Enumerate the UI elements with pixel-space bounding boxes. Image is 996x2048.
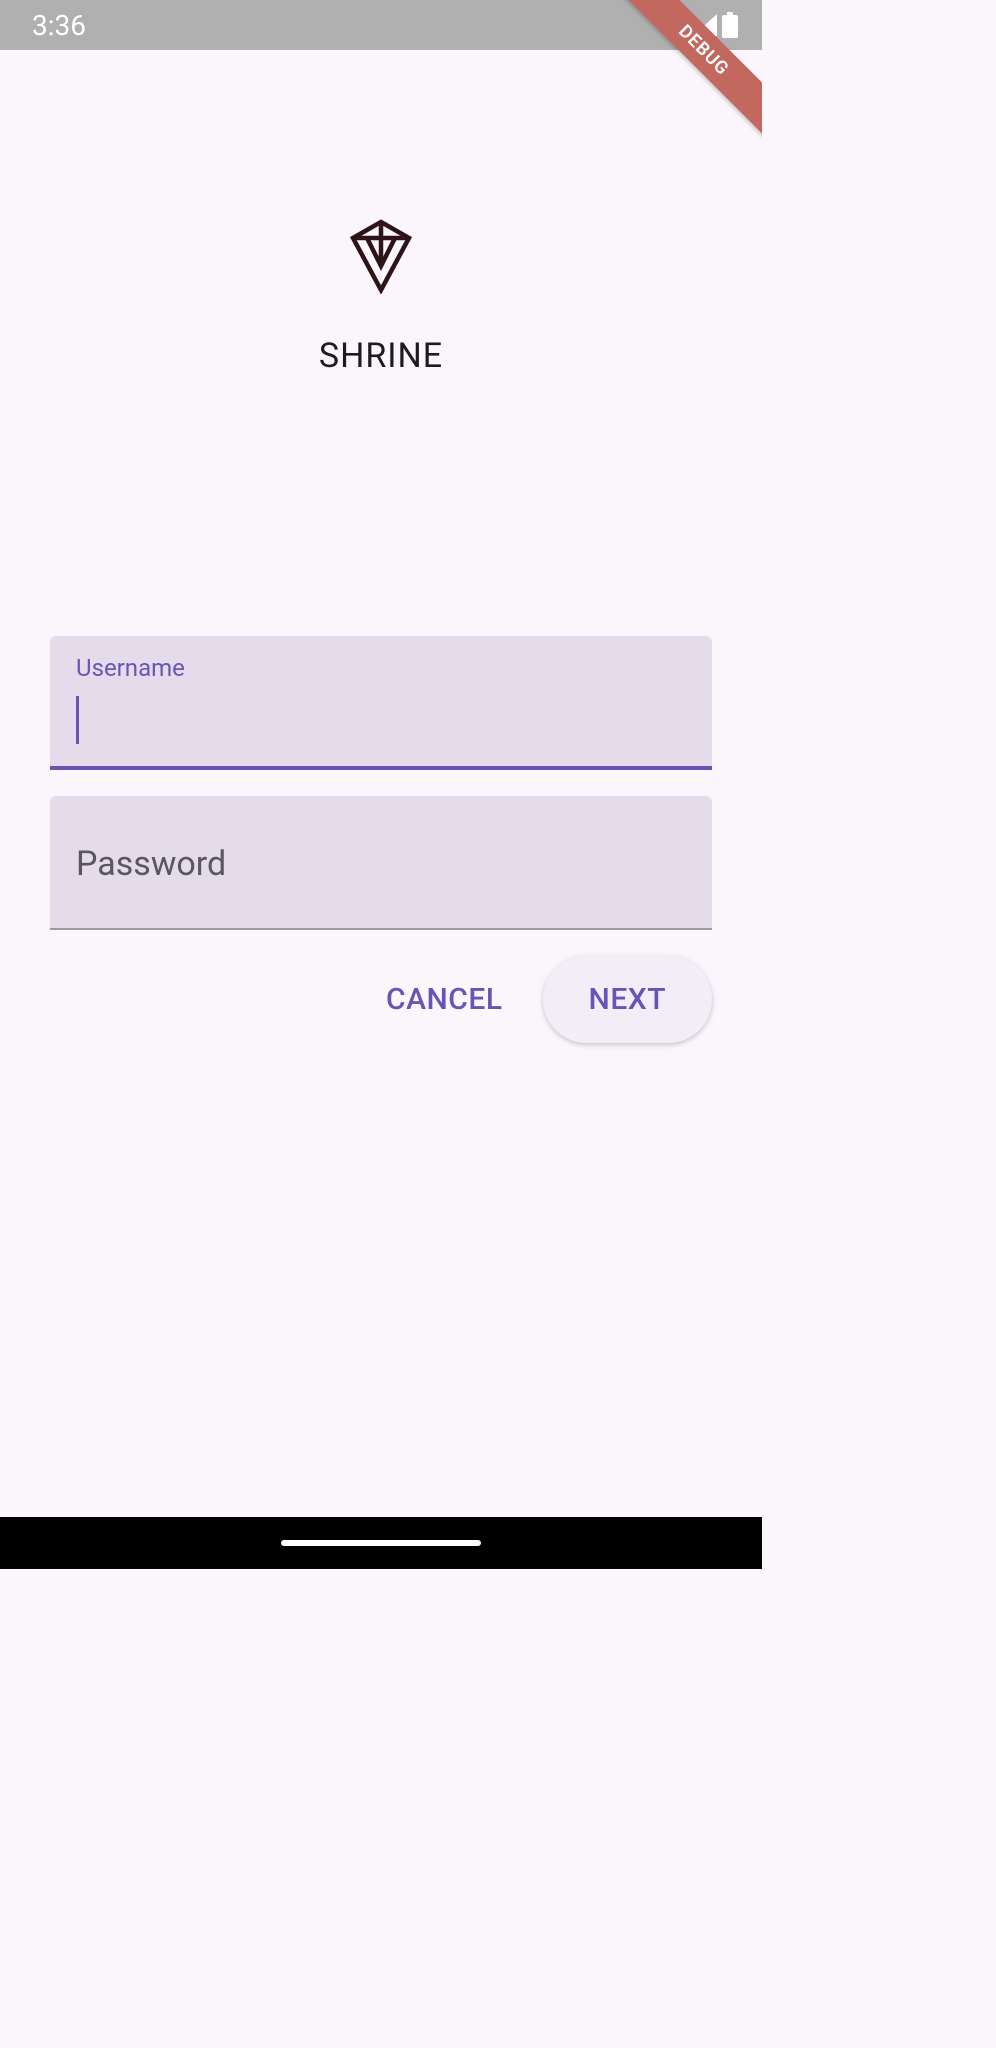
signal-icon [692,13,718,37]
diamond-logo-icon [343,218,419,294]
username-field[interactable]: Username [50,636,712,770]
wifi-icon [656,13,688,37]
password-label: Password [76,844,686,884]
home-handle[interactable] [281,1540,481,1546]
app-logo-title: SHRINE [319,336,443,376]
password-field[interactable]: Password [50,796,712,930]
navigation-bar [0,1517,762,1569]
text-cursor [76,696,79,744]
battery-icon [722,12,738,38]
login-form: Username Password CANCEL NEXT [50,636,712,1043]
logo-section: SHRINE [50,218,712,376]
status-icons [656,12,738,38]
next-button[interactable]: NEXT [543,956,712,1043]
status-time: 3:36 [32,9,86,42]
status-bar: 3:36 [0,0,762,50]
button-row: CANCEL NEXT [50,956,712,1043]
cancel-button[interactable]: CANCEL [358,960,531,1039]
username-label: Username [76,654,686,682]
